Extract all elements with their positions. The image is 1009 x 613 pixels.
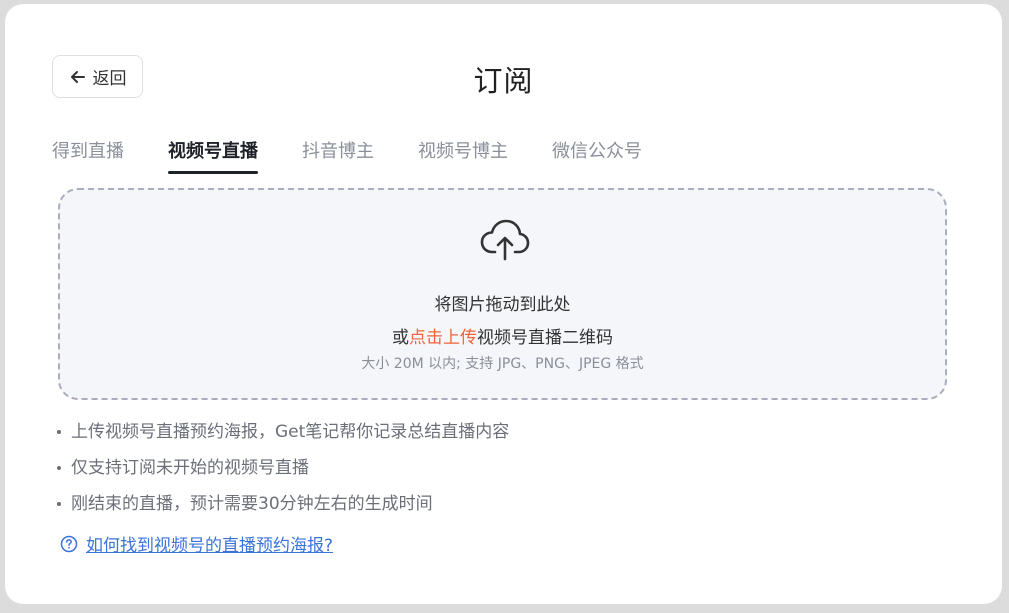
tab-channels-live[interactable]: 视频号直播	[168, 140, 258, 174]
page-title: 订阅	[473, 64, 534, 98]
tab-dedao-live[interactable]: 得到直播	[52, 140, 124, 174]
notes-list: 上传视频号直播预约海报，Get笔记帮你记录总结直播内容 仅支持订阅未开始的视频号…	[57, 420, 509, 528]
note-text: 上传视频号直播预约海报，Get笔记帮你记录总结直播内容	[71, 422, 510, 442]
upload-dropzone[interactable]: 将图片拖动到此处 或点击上传视频号直播二维码 大小 20M 以内; 支持 JPG…	[58, 188, 947, 400]
tab-channels-blogger[interactable]: 视频号博主	[418, 140, 508, 174]
bullet-dot	[57, 502, 61, 506]
upload-prefix: 或	[392, 328, 409, 348]
drag-instruction: 将图片拖动到此处	[434, 295, 571, 315]
upload-hint: 大小 20M 以内; 支持 JPG、PNG、JPEG 格式	[361, 356, 644, 372]
list-item: 上传视频号直播预约海报，Get笔记帮你记录总结直播内容	[57, 420, 509, 456]
note-text: 刚结束的直播，预计需要30分钟左右的生成时间	[71, 494, 433, 514]
tab-douyin-blogger[interactable]: 抖音博主	[302, 140, 374, 174]
list-item: 仅支持订阅未开始的视频号直播	[57, 456, 509, 492]
tab-wechat-official[interactable]: 微信公众号	[552, 140, 642, 174]
cloud-upload-icon	[480, 219, 530, 261]
click-upload-link[interactable]: 点击上传	[409, 328, 477, 348]
note-text: 仅支持订阅未开始的视频号直播	[71, 458, 309, 478]
subscribe-dialog: 返回 订阅 得到直播 视频号直播 抖音博主 视频号博主 微信公众号 将图片拖动到…	[5, 4, 1002, 604]
help-link-text[interactable]: 如何找到视频号的直播预约海报?	[86, 531, 333, 556]
source-tabs: 得到直播 视频号直播 抖音博主 视频号博主 微信公众号	[52, 140, 686, 174]
bullet-dot	[57, 430, 61, 434]
list-item: 刚结束的直播，预计需要30分钟左右的生成时间	[57, 492, 509, 528]
bullet-dot	[57, 466, 61, 470]
question-circle-icon	[60, 535, 78, 552]
upload-suffix: 视频号直播二维码	[477, 328, 613, 348]
upload-instruction: 或点击上传视频号直播二维码	[60, 323, 945, 348]
help-link[interactable]: 如何找到视频号的直播预约海报?	[60, 531, 333, 556]
